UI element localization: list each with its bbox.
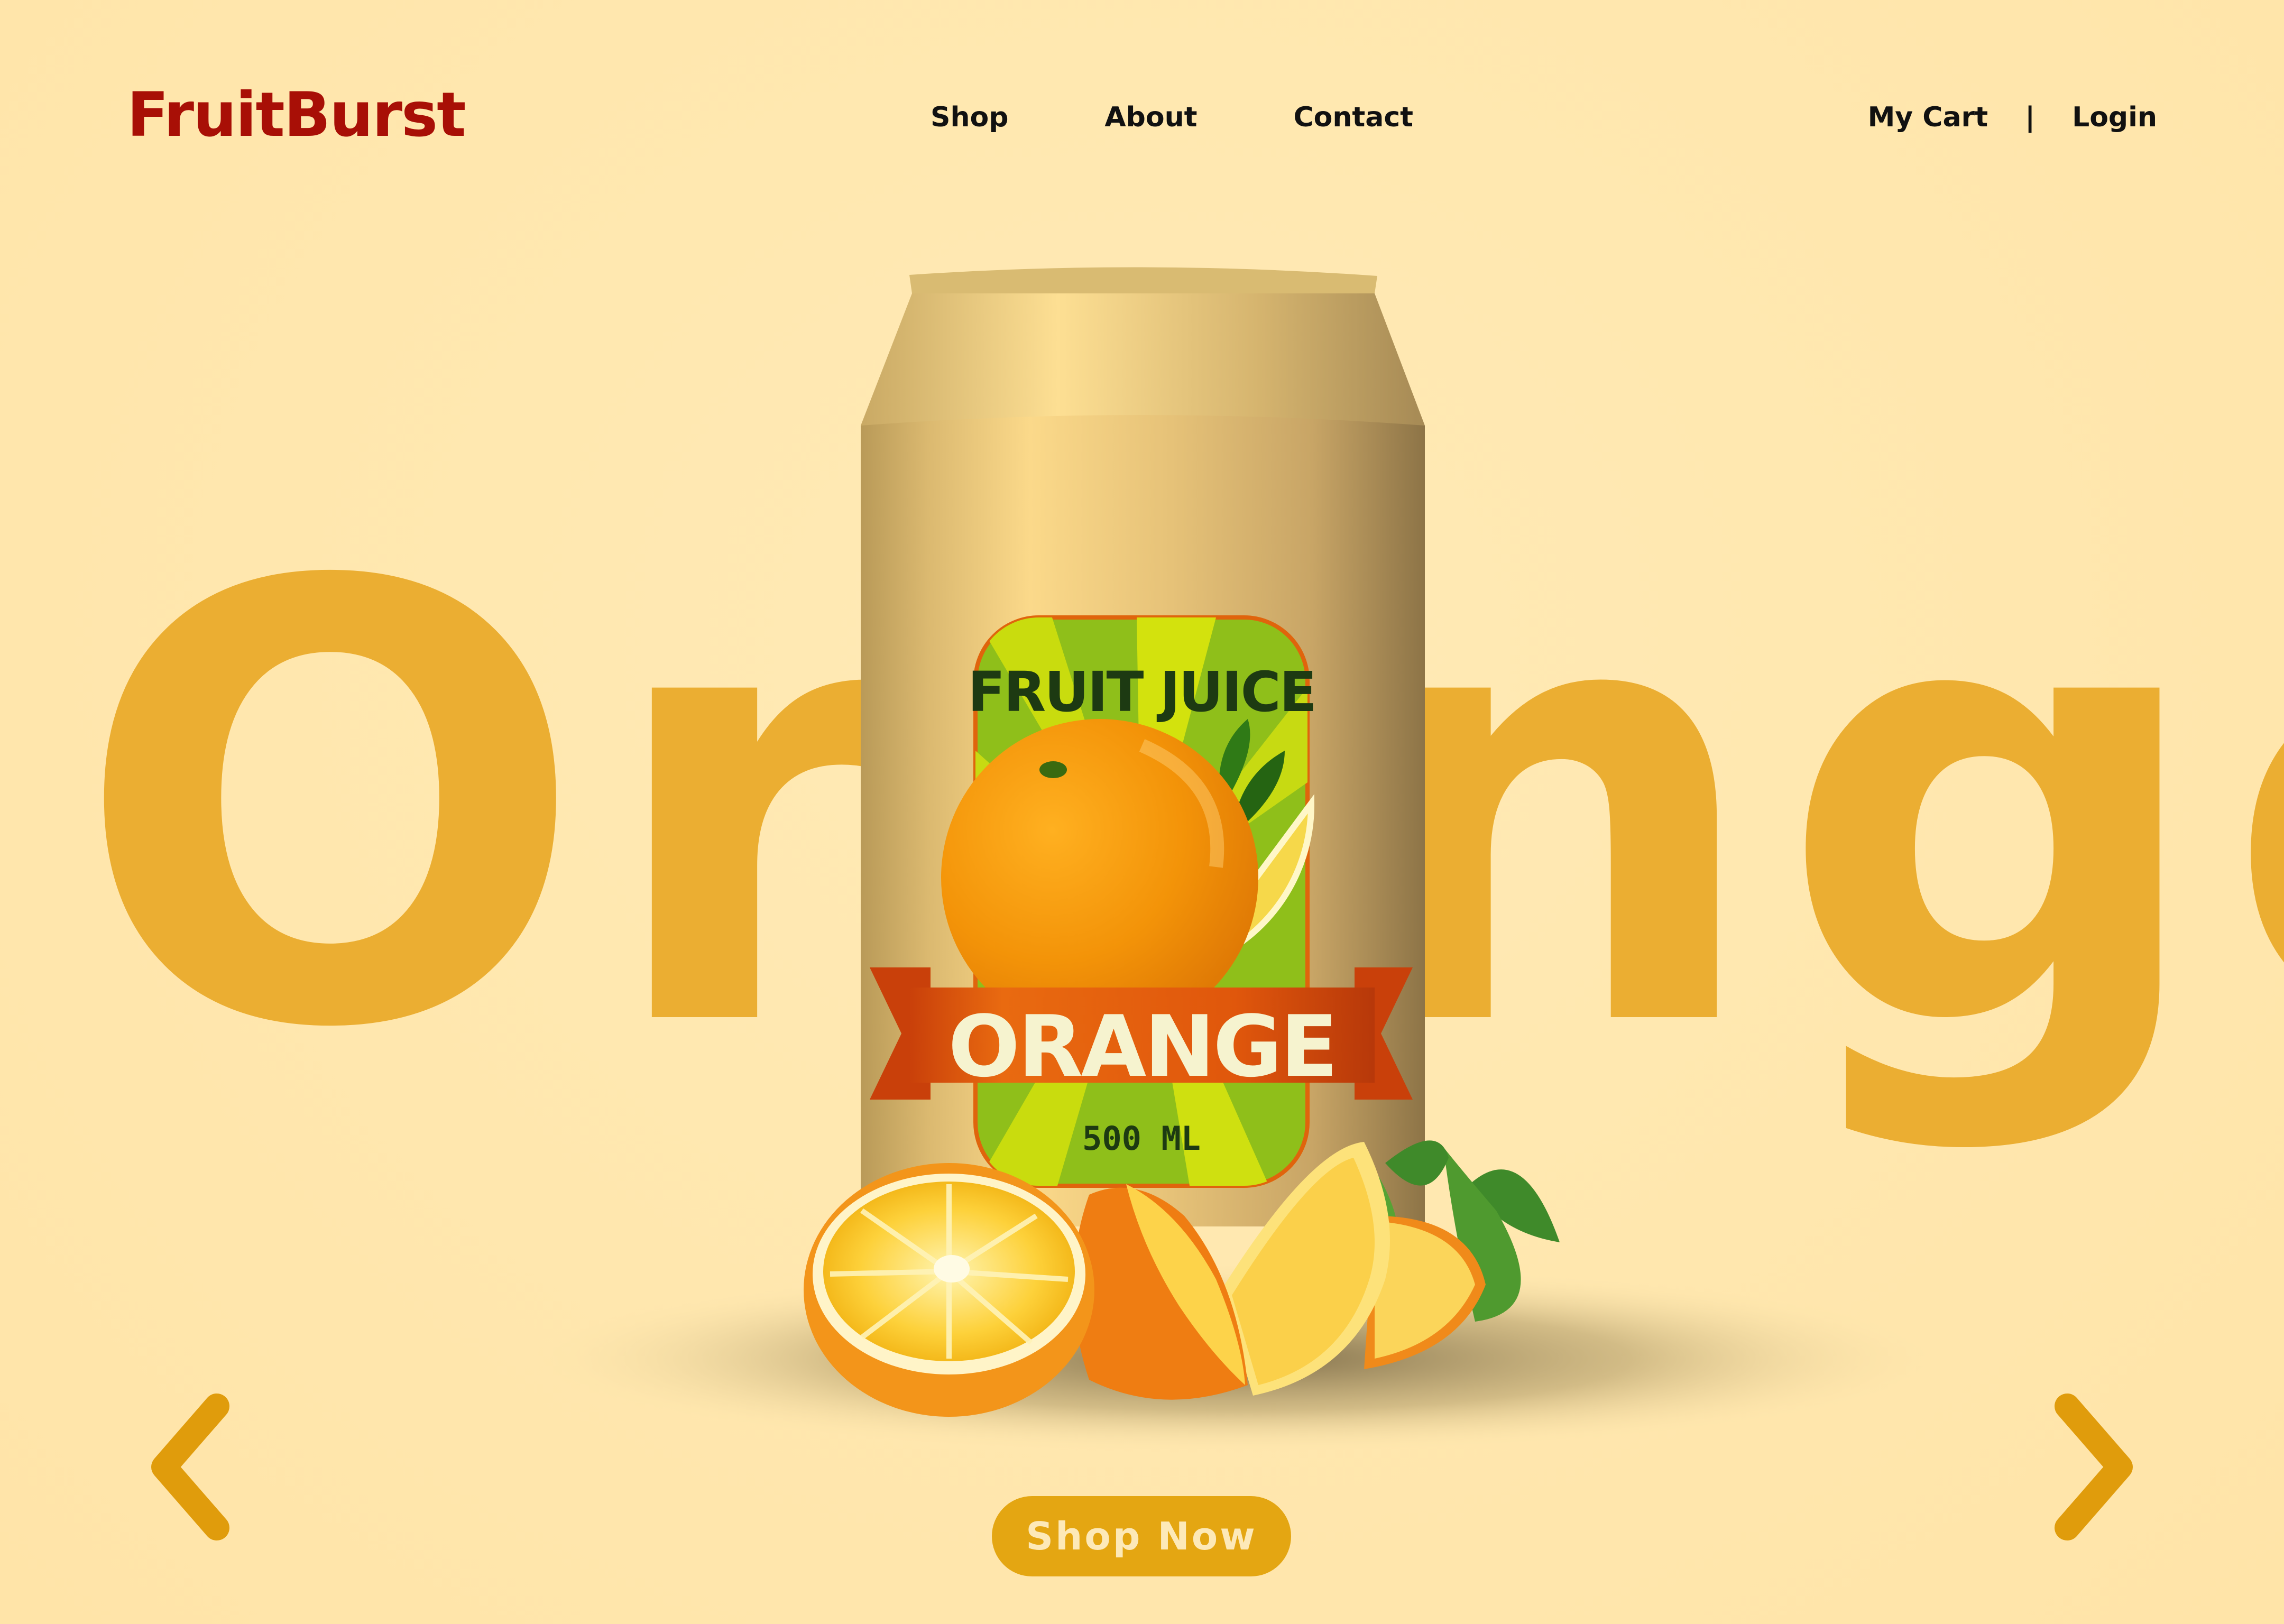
chevron-right-icon bbox=[2055, 1394, 2133, 1540]
landing-page: FruitBurst Shop About Contact My Cart | … bbox=[0, 0, 2284, 1624]
nav-item-about[interactable]: About bbox=[1104, 104, 1197, 131]
nav-item-contact[interactable]: Contact bbox=[1294, 104, 1414, 131]
hero-background-word: Orange bbox=[74, 458, 2284, 1159]
shop-now-button[interactable]: Shop Now bbox=[992, 1496, 1291, 1576]
carousel-prev-button[interactable] bbox=[143, 1390, 238, 1544]
carousel-next-button[interactable] bbox=[2046, 1390, 2141, 1544]
login-link[interactable]: Login bbox=[2072, 104, 2157, 131]
account-separator: | bbox=[2025, 102, 2036, 133]
main-nav: Shop About Contact bbox=[931, 104, 1413, 131]
account-links: My Cart | Login bbox=[1868, 104, 2157, 131]
nav-item-shop[interactable]: Shop bbox=[931, 104, 1008, 131]
chevron-left-icon bbox=[151, 1394, 229, 1540]
brand-logo[interactable]: FruitBurst bbox=[127, 85, 466, 146]
my-cart-link[interactable]: My Cart bbox=[1868, 104, 1988, 131]
